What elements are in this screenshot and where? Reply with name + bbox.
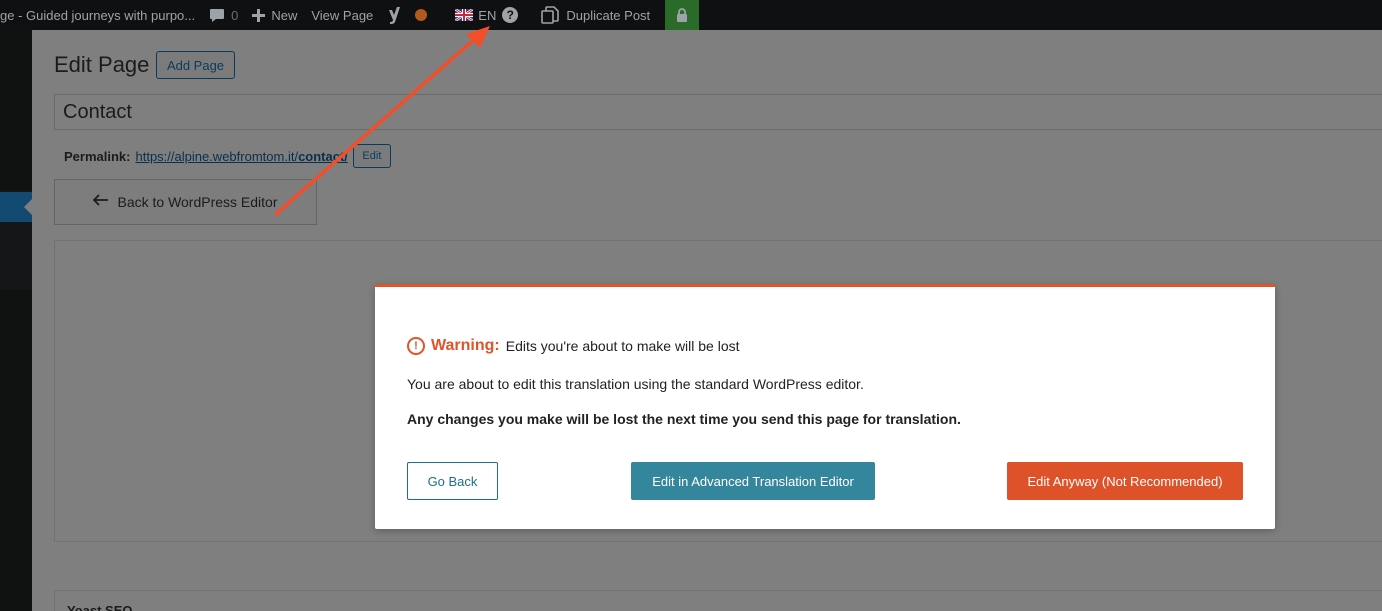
add-page-button[interactable]: Add Page (156, 51, 235, 79)
back-button-label: Back to WordPress Editor (117, 194, 278, 210)
sidebar-current-pointer-icon (24, 199, 32, 215)
language-label: EN (478, 7, 497, 23)
view-page-label: View Page (311, 7, 374, 23)
go-back-button[interactable]: Go Back (407, 462, 498, 500)
permalink-label: Permalink: (64, 148, 131, 164)
modal-description: You are about to edit this translation u… (407, 376, 864, 392)
comments-link[interactable]: 0 (202, 0, 245, 30)
comments-count: 0 (231, 7, 239, 23)
duplicate-post-label: Duplicate Post (566, 7, 651, 23)
seo-score-indicator (408, 0, 434, 30)
back-to-wordpress-editor-button[interactable]: Back to WordPress Editor (54, 179, 317, 225)
post-title-value: Contact (63, 101, 132, 123)
view-page-link[interactable]: View Page (304, 0, 380, 30)
lock-icon (676, 7, 688, 23)
yoast-menu[interactable] (380, 0, 408, 30)
warning-icon: ! (407, 337, 425, 355)
site-title: ge - Guided journeys with purpo... (0, 7, 196, 23)
permalink-base: https://alpine.webfromtom.it/ (135, 148, 299, 164)
yoast-icon (387, 6, 401, 24)
seo-score-dot-icon (415, 9, 428, 21)
uk-flag-icon (455, 9, 474, 21)
edit-anyway-button[interactable]: Edit Anyway (Not Recommended) (1007, 462, 1243, 500)
security-lock-button[interactable] (665, 0, 700, 30)
new-content-link[interactable]: New (245, 0, 304, 30)
permalink-edit-button[interactable]: Edit (352, 144, 391, 168)
warning-line: ! Warning: Edits you're about to make wi… (407, 337, 740, 355)
new-label: New (271, 7, 298, 23)
plus-icon (252, 8, 266, 22)
edit-in-advanced-translation-editor-button[interactable]: Edit in Advanced Translation Editor (631, 462, 875, 500)
arrow-left-icon (93, 193, 109, 211)
permalink-link[interactable]: https://alpine.webfromtom.it/contact/ (135, 149, 347, 164)
permalink-slug: contact/ (298, 148, 348, 164)
site-title-link[interactable]: ge - Guided journeys with purpo... (0, 0, 202, 30)
admin-sidebar (0, 30, 32, 611)
duplicate-post-link[interactable]: Duplicate Post (533, 0, 657, 30)
duplicate-icon (540, 5, 560, 25)
post-title-input[interactable]: Contact (54, 94, 1382, 130)
comment-icon (209, 8, 225, 23)
warning-label: Warning: (431, 337, 500, 354)
translation-warning-modal: ! Warning: Edits you're about to make wi… (375, 284, 1275, 529)
language-switcher[interactable]: EN ? (448, 0, 525, 30)
modal-emphasis: Any changes you make will be lost the ne… (407, 411, 961, 427)
metabox-title: Yoast SEO (67, 603, 133, 611)
yoast-seo-metabox[interactable]: Yoast SEO (54, 590, 1382, 611)
admin-bar: ge - Guided journeys with purpo... 0 New… (0, 0, 1382, 30)
warning-text: Edits you're about to make will be lost (505, 338, 740, 354)
help-icon[interactable]: ? (502, 7, 519, 23)
permalink-row: Permalink: https://alpine.webfromtom.it/… (64, 144, 391, 168)
page-title: Edit Page (54, 52, 150, 77)
